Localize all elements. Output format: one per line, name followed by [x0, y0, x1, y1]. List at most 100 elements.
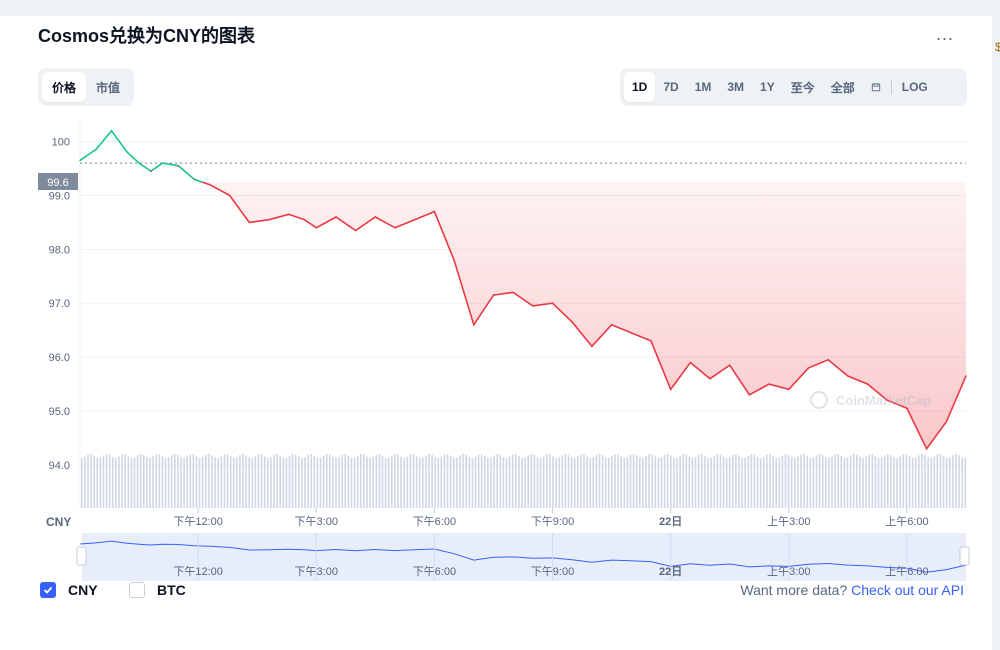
volume-bar — [629, 455, 632, 508]
volume-bar — [670, 455, 672, 508]
volume-bar — [431, 454, 433, 508]
api-promo-text: Want more data? — [740, 582, 848, 598]
volume-bar — [400, 456, 402, 508]
volume-bar — [183, 457, 185, 508]
current-price-label: 99.6 — [47, 177, 68, 189]
volume-bar — [595, 455, 598, 508]
volume-bar — [809, 457, 812, 508]
price-point — [315, 227, 318, 229]
price-point — [110, 130, 113, 132]
volume-bar — [608, 457, 610, 508]
navigator-right-handle[interactable] — [959, 546, 970, 566]
volume-bar — [484, 456, 486, 508]
volume-bar — [527, 455, 529, 508]
volume-bar — [958, 455, 960, 508]
checkbox-btc[interactable]: BTC — [129, 582, 186, 598]
volume-bar — [518, 456, 520, 508]
volume-bar — [304, 457, 306, 508]
volume-bar — [90, 454, 92, 508]
volume-bar — [121, 454, 123, 508]
volume-bar — [490, 457, 492, 508]
volume-bar — [719, 454, 722, 508]
price-point — [728, 364, 731, 367]
price-point — [248, 221, 251, 224]
volume-bar — [502, 457, 505, 508]
checkbox-cny[interactable]: CNY — [40, 582, 98, 598]
volume-bar — [856, 454, 858, 508]
volume-bar — [849, 455, 852, 508]
volume-bar — [949, 457, 951, 508]
volume-bar — [828, 457, 830, 508]
price-point — [591, 345, 593, 348]
volume-bar — [763, 456, 765, 508]
volume-bar — [654, 456, 657, 508]
volume-bar — [927, 457, 929, 508]
volume-bar — [236, 457, 238, 508]
volume-bar — [555, 457, 557, 508]
volume-bar — [195, 456, 198, 508]
volume-bar — [725, 457, 728, 508]
volume-bar — [639, 457, 641, 508]
volume-bar — [189, 454, 192, 508]
volume-bar — [511, 454, 514, 508]
price-point — [95, 148, 97, 151]
y-tick-label: 96.0 — [49, 352, 70, 364]
price-point — [689, 361, 692, 364]
volume-bar — [546, 454, 548, 508]
volume-bar — [480, 454, 483, 508]
volume-bar — [462, 454, 464, 508]
volume-bar — [477, 454, 480, 508]
volume-bar — [577, 456, 579, 508]
volume-bar — [778, 457, 781, 508]
volume-bar — [152, 456, 154, 508]
volume-bar — [567, 455, 570, 508]
volume-bar — [635, 455, 638, 508]
volume-bar — [583, 454, 585, 508]
volume-bar — [732, 454, 734, 508]
price-point — [433, 210, 436, 213]
y-tick-label: 94.0 — [49, 460, 70, 472]
volume-bar — [372, 456, 374, 508]
price-point — [610, 324, 613, 326]
volume-bar — [558, 457, 560, 508]
volume-bar — [254, 456, 257, 508]
volume-bar — [397, 454, 399, 508]
volume-bar — [369, 457, 371, 508]
chart-footer: CNY BTC Want more data? Check out our AP… — [0, 580, 992, 604]
volume-bar — [753, 454, 756, 508]
volume-bar — [874, 456, 877, 508]
price-point — [193, 178, 195, 181]
volume-bar — [666, 454, 669, 508]
y-tick-label: 97.0 — [49, 298, 70, 310]
volume-bar — [750, 454, 753, 508]
volume-bar — [356, 455, 359, 508]
volume-bar — [279, 455, 281, 508]
price-point — [965, 375, 967, 377]
api-link[interactable]: Check out our API — [851, 582, 964, 598]
price-point — [551, 302, 554, 305]
navigator-left-handle[interactable] — [76, 546, 87, 566]
volume-bar — [133, 457, 136, 508]
volume-bar — [524, 457, 526, 508]
volume-bar — [908, 456, 911, 508]
volume-bar — [955, 454, 957, 508]
volume-bar — [772, 455, 774, 508]
volume-bar — [465, 454, 467, 508]
x-tick-label: 下午9:00 — [531, 515, 574, 528]
watermark: CoinMarketCap — [810, 391, 931, 409]
volume-bar — [223, 454, 226, 508]
volume-bar — [530, 454, 533, 508]
volume-bar — [353, 457, 356, 508]
volume-bar — [834, 454, 836, 508]
volume-bar — [821, 454, 824, 508]
volume-bar — [363, 454, 365, 508]
volume-bar — [468, 457, 471, 508]
volume-bar — [918, 455, 920, 508]
volume-bar — [508, 456, 511, 508]
volume-bar — [905, 454, 908, 508]
volume-bar — [846, 457, 849, 508]
volume-bar — [127, 456, 130, 508]
volume-bar — [660, 457, 663, 508]
volume-bar — [871, 454, 874, 508]
volume-bar — [691, 457, 694, 508]
